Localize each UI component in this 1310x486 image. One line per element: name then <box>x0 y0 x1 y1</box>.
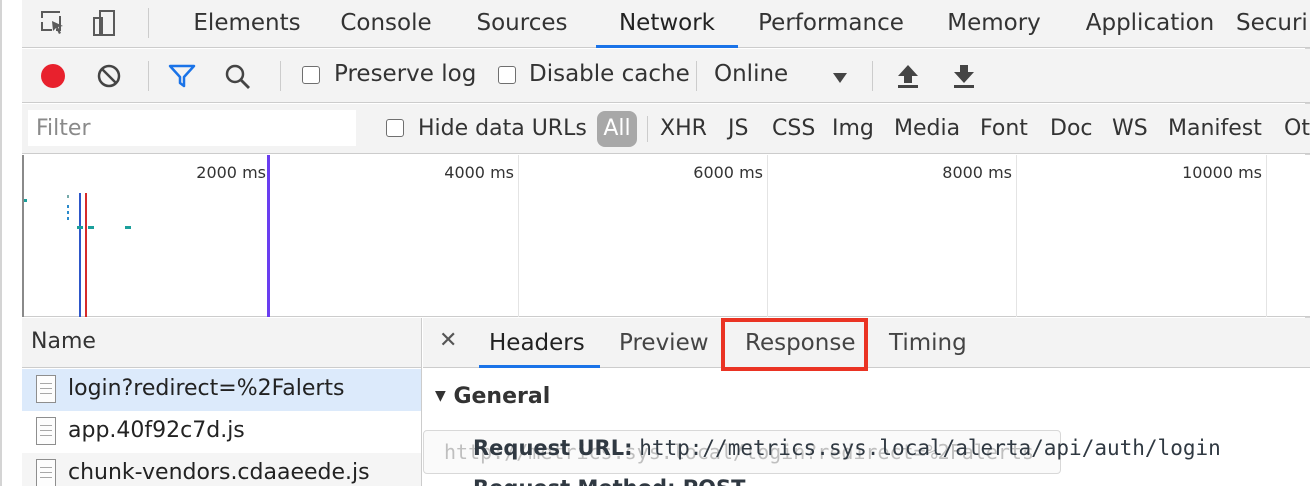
request-mark <box>67 211 69 214</box>
filter-type-js[interactable]: JS <box>728 116 748 141</box>
document-icon <box>36 417 56 445</box>
export-har-icon[interactable] <box>952 63 976 93</box>
toolbar-separator <box>148 8 149 38</box>
record-icon[interactable] <box>40 63 66 93</box>
tab-security[interactable]: Securi <box>1236 0 1310 48</box>
filter-type-other[interactable]: Ot <box>1284 116 1310 141</box>
request-mark <box>125 226 131 229</box>
disable-cache-checkbox[interactable] <box>498 66 516 84</box>
request-detail-pane: ✕ Headers Preview Response Timing ▼ Gene… <box>423 318 1310 486</box>
request-url-row: Request URL: http://metrics.sys.local/al… <box>473 436 1221 460</box>
request-row[interactable]: app.40f92c7d.js <box>22 411 421 453</box>
filter-type-css[interactable]: CSS <box>772 116 815 141</box>
device-toolbar-icon[interactable] <box>92 9 118 37</box>
import-har-icon[interactable] <box>896 63 920 93</box>
toolbar-separator <box>696 61 697 91</box>
request-mark <box>24 199 27 202</box>
tab-network[interactable]: Network <box>596 0 738 48</box>
filter-type-media[interactable]: Media <box>894 116 960 141</box>
request-mark <box>88 226 94 229</box>
hide-data-urls-label: Hide data URLs <box>418 116 587 141</box>
inspect-element-icon[interactable] <box>40 9 66 37</box>
request-method-text: Request Method: POST <box>473 476 745 486</box>
tab-console[interactable]: Console <box>327 0 445 48</box>
general-section-title: General <box>453 384 551 409</box>
filter-type-manifest[interactable]: Manifest <box>1168 116 1262 141</box>
clear-icon[interactable] <box>96 63 122 93</box>
name-column-header[interactable]: Name <box>22 318 421 368</box>
chevron-down-icon[interactable] <box>832 69 848 88</box>
overview-waterfall-marks <box>22 155 270 317</box>
request-row[interactable]: login?redirect=%2Falerts <box>22 369 421 411</box>
request-row[interactable]: chunk-vendors.cdaaeede.js <box>22 453 421 486</box>
triangle-down-icon: ▼ <box>435 388 446 404</box>
network-toolbar: Preserve log Disable cache Online <box>22 49 1310 103</box>
filter-type-ws[interactable]: WS <box>1112 116 1148 141</box>
devtools-window: Elements Console Sources Network Perform… <box>0 0 1310 486</box>
request-mark <box>67 195 69 198</box>
toolbar-separator <box>148 61 149 91</box>
request-url-key: Request URL: <box>473 436 633 460</box>
tab-timing[interactable]: Timing <box>889 318 967 368</box>
tab-headers[interactable]: Headers <box>489 318 585 368</box>
finish-line <box>267 155 270 317</box>
active-tab-indicator <box>596 45 738 48</box>
dom-content-loaded-line <box>79 193 81 317</box>
filter-type-img[interactable]: Img <box>832 116 874 141</box>
detail-tab-bar: ✕ Headers Preview Response Timing <box>423 318 1310 371</box>
request-mark <box>67 217 69 220</box>
request-name: app.40f92c7d.js <box>68 418 245 443</box>
devtools-tab-bar: Elements Console Sources Network Perform… <box>22 0 1310 48</box>
filter-icon[interactable] <box>168 63 196 93</box>
request-name: chunk-vendors.cdaaeede.js <box>68 460 370 485</box>
filter-type-all[interactable]: All <box>597 111 637 147</box>
preserve-log-checkbox[interactable] <box>302 66 320 84</box>
preserve-log-label: Preserve log <box>334 61 477 87</box>
request-mark <box>67 205 69 208</box>
toolbar-separator <box>647 116 648 142</box>
request-name: login?redirect=%2Falerts <box>68 376 345 401</box>
response-tab-highlight <box>721 318 868 371</box>
active-detail-tab-indicator <box>479 365 600 368</box>
request-url-value: http://metrics.sys.local/alerta/api/auth… <box>639 436 1221 460</box>
request-list: Name login?redirect=%2Falerts app.40f92c… <box>22 318 422 486</box>
toolbar-separator <box>280 61 281 91</box>
load-event-line <box>85 193 87 317</box>
toolbar-separator <box>872 61 873 91</box>
filter-type-font[interactable]: Font <box>980 116 1028 141</box>
tab-elements[interactable]: Elements <box>182 0 312 48</box>
request-method-row: Request Method: POST <box>473 476 745 486</box>
document-icon <box>36 375 56 403</box>
filter-type-doc[interactable]: Doc <box>1050 116 1093 141</box>
tab-sources[interactable]: Sources <box>462 0 582 48</box>
document-icon <box>36 459 56 486</box>
tab-application[interactable]: Application <box>1064 0 1236 48</box>
tab-performance[interactable]: Performance <box>738 0 924 48</box>
filter-type-xhr[interactable]: XHR <box>660 116 707 141</box>
request-mark <box>77 226 83 229</box>
general-section-toggle[interactable]: ▼ General <box>435 384 550 409</box>
search-icon[interactable] <box>224 63 252 95</box>
filter-input[interactable] <box>28 110 356 146</box>
overview-left-handle <box>22 155 24 317</box>
tab-preview[interactable]: Preview <box>619 318 709 368</box>
close-icon[interactable]: ✕ <box>439 328 457 353</box>
filter-bar: Hide data URLs All XHR JS CSS Img Media … <box>22 104 1310 154</box>
timeline-overview[interactable]: 2000 ms 4000 ms 6000 ms 8000 ms 10000 ms <box>22 155 1310 317</box>
throttling-select[interactable]: Online <box>714 61 788 87</box>
tab-memory[interactable]: Memory <box>924 0 1064 48</box>
disable-cache-label: Disable cache <box>529 61 690 87</box>
hide-data-urls-checkbox[interactable] <box>386 119 404 137</box>
